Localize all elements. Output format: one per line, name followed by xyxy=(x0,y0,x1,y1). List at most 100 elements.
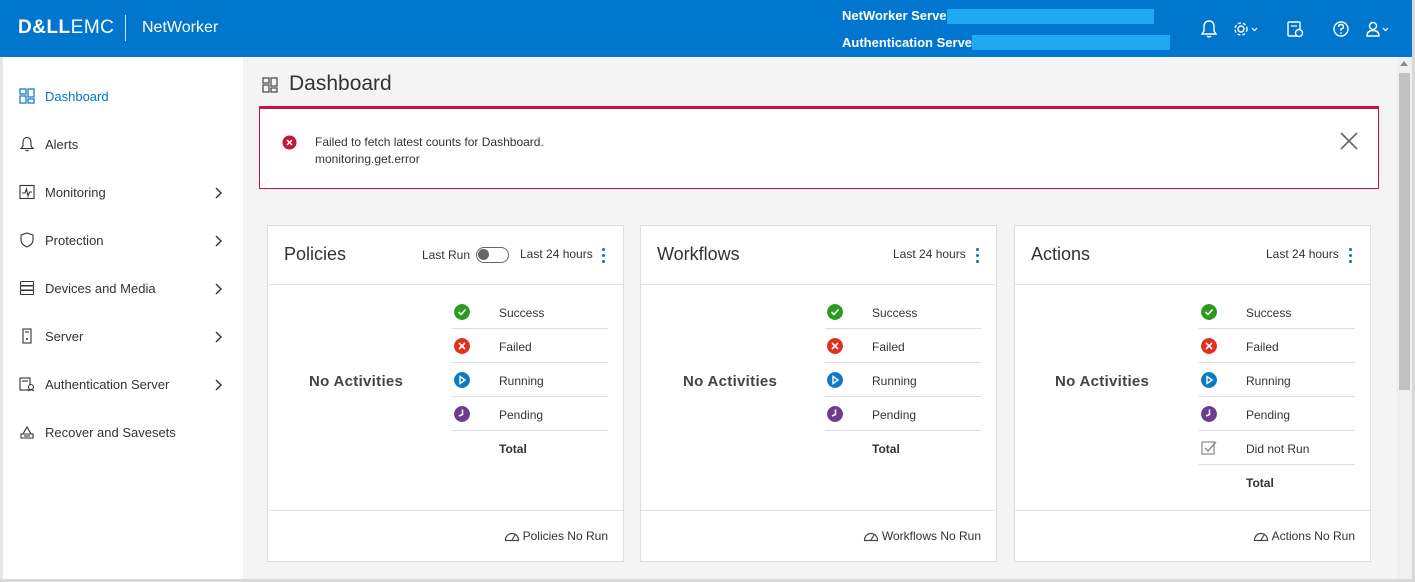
card-divider xyxy=(641,284,996,285)
policies-card: Policies Last Run Last 24 hours No Activ… xyxy=(267,225,624,562)
stat-label: Total xyxy=(1246,476,1274,490)
card-footer[interactable]: Workflows No Run xyxy=(863,529,981,543)
stat-label: Running xyxy=(872,374,917,388)
sidebar-item-protection[interactable]: Protection xyxy=(3,223,243,257)
stat-row-failed[interactable]: Failed xyxy=(1199,329,1355,363)
check-circle-icon xyxy=(454,304,470,320)
alert-message-line1: Failed to fetch latest counts for Dashbo… xyxy=(315,135,544,149)
gauge-icon xyxy=(1253,532,1268,542)
scroll-up-arrow-icon[interactable] xyxy=(1400,61,1408,66)
stat-row-success[interactable]: Success xyxy=(825,295,981,329)
card-footer[interactable]: Policies No Run xyxy=(504,529,608,543)
stat-row-pending[interactable]: Pending xyxy=(1199,397,1355,431)
sidebar-item-authentication-server[interactable]: Authentication Server xyxy=(3,367,243,401)
more-options-icon[interactable] xyxy=(602,248,606,264)
storage-icon xyxy=(19,280,35,296)
clock-circle-icon xyxy=(827,406,843,422)
stat-label: Failed xyxy=(1246,340,1279,354)
alert-message-line2: monitoring.get.error xyxy=(315,152,420,166)
sidebar-item-label: Authentication Server xyxy=(45,377,170,392)
stat-label: Total xyxy=(872,442,900,456)
close-icon[interactable] xyxy=(1339,131,1359,151)
user-icon[interactable] xyxy=(1364,18,1392,40)
stat-row-total: Total xyxy=(1199,465,1355,499)
networker-server-label: NetWorker Server: xyxy=(842,8,956,23)
bell-icon[interactable] xyxy=(1198,18,1220,40)
recover-icon xyxy=(20,425,34,439)
networker-server-value-redacted xyxy=(947,9,1154,24)
sidebar: Dashboard Alerts Monitoring Protection D… xyxy=(3,57,243,579)
checkbox-checked-icon xyxy=(1201,441,1217,455)
sidebar-item-label: Dashboard xyxy=(45,89,109,104)
dashboard-icon xyxy=(262,77,278,93)
sidebar-item-label: Alerts xyxy=(45,137,79,152)
card-divider xyxy=(1015,284,1370,285)
time-range[interactable]: Last 24 hours xyxy=(1266,247,1339,261)
check-circle-icon xyxy=(1201,304,1217,320)
play-circle-icon xyxy=(1201,372,1217,388)
stat-row-running[interactable]: Running xyxy=(452,363,608,397)
no-activities-text: No Activities xyxy=(1055,373,1150,390)
stat-label: Did not Run xyxy=(1246,442,1310,456)
stat-label: Failed xyxy=(872,340,905,354)
stat-row-did-not-run[interactable]: Did not Run xyxy=(1199,431,1355,465)
scrollbar-thumb[interactable] xyxy=(1399,73,1410,390)
sidebar-item-label: Server xyxy=(45,329,84,344)
gear-icon[interactable] xyxy=(1232,18,1260,40)
play-circle-icon xyxy=(827,372,843,388)
stat-label: Pending xyxy=(1246,408,1291,422)
top-bar: D&LLEMC NetWorker NetWorker Server: Auth… xyxy=(0,0,1415,57)
window-frame-left xyxy=(0,57,3,582)
actions-card: Actions Last 24 hours No Activities Succ… xyxy=(1014,225,1371,562)
sidebar-item-monitoring[interactable]: Monitoring xyxy=(3,175,243,209)
footer-label: Workflows No Run xyxy=(881,529,981,543)
footer-label: Actions No Run xyxy=(1271,529,1355,543)
time-range[interactable]: Last 24 hours xyxy=(520,247,593,261)
clock-circle-icon xyxy=(454,406,470,422)
stat-label: Total xyxy=(499,442,527,456)
alert-message: Failed to fetch latest counts for Dashbo… xyxy=(315,134,544,168)
stat-label: Success xyxy=(1246,306,1292,320)
stat-row-success[interactable]: Success xyxy=(452,295,608,329)
card-footer[interactable]: Actions No Run xyxy=(1253,529,1355,543)
stat-row-pending[interactable]: Pending xyxy=(825,397,981,431)
stat-label: Pending xyxy=(872,408,917,422)
help-icon[interactable] xyxy=(1330,18,1352,40)
stat-row-success[interactable]: Success xyxy=(1199,295,1355,329)
time-range[interactable]: Last 24 hours xyxy=(893,247,966,261)
system-settings-icon[interactable] xyxy=(1284,18,1306,40)
stat-label: Running xyxy=(499,374,544,388)
footer-label: Policies No Run xyxy=(522,529,608,543)
stat-label: Success xyxy=(499,306,545,320)
stat-row-failed[interactable]: Failed xyxy=(825,329,981,363)
auth-server-label: Authentication Server: xyxy=(842,35,982,50)
gauge-icon xyxy=(504,532,519,542)
stat-row-total: Total xyxy=(825,431,981,465)
last-run-toggle[interactable] xyxy=(476,247,509,263)
sidebar-item-alerts[interactable]: Alerts xyxy=(3,127,243,161)
more-options-icon[interactable] xyxy=(976,248,980,264)
stat-row-total: Total xyxy=(452,431,608,465)
stat-row-pending[interactable]: Pending xyxy=(452,397,608,431)
stat-row-running[interactable]: Running xyxy=(825,363,981,397)
x-circle-icon xyxy=(454,338,470,354)
more-options-icon[interactable] xyxy=(1349,248,1353,264)
bell-icon xyxy=(19,136,35,152)
sidebar-item-label: Recover and Savesets xyxy=(45,425,176,440)
card-divider xyxy=(268,510,623,511)
sidebar-item-devices-and-media[interactable]: Devices and Media xyxy=(3,271,243,305)
toggle-knob xyxy=(478,249,489,260)
page-title: Dashboard xyxy=(289,72,392,95)
chevron-right-icon xyxy=(215,331,222,343)
card-title: Policies xyxy=(284,244,347,264)
x-circle-icon xyxy=(1201,338,1217,354)
sidebar-item-dashboard[interactable]: Dashboard xyxy=(3,79,243,113)
card-title: Workflows xyxy=(657,244,740,264)
dashboard-icon xyxy=(19,88,35,104)
sidebar-item-server[interactable]: Server xyxy=(3,319,243,353)
sidebar-item-recover-and-savesets[interactable]: Recover and Savesets xyxy=(3,415,243,449)
auth-server-icon xyxy=(19,377,35,392)
stat-row-running[interactable]: Running xyxy=(1199,363,1355,397)
sidebar-item-label: Monitoring xyxy=(45,185,106,200)
stat-row-failed[interactable]: Failed xyxy=(452,329,608,363)
